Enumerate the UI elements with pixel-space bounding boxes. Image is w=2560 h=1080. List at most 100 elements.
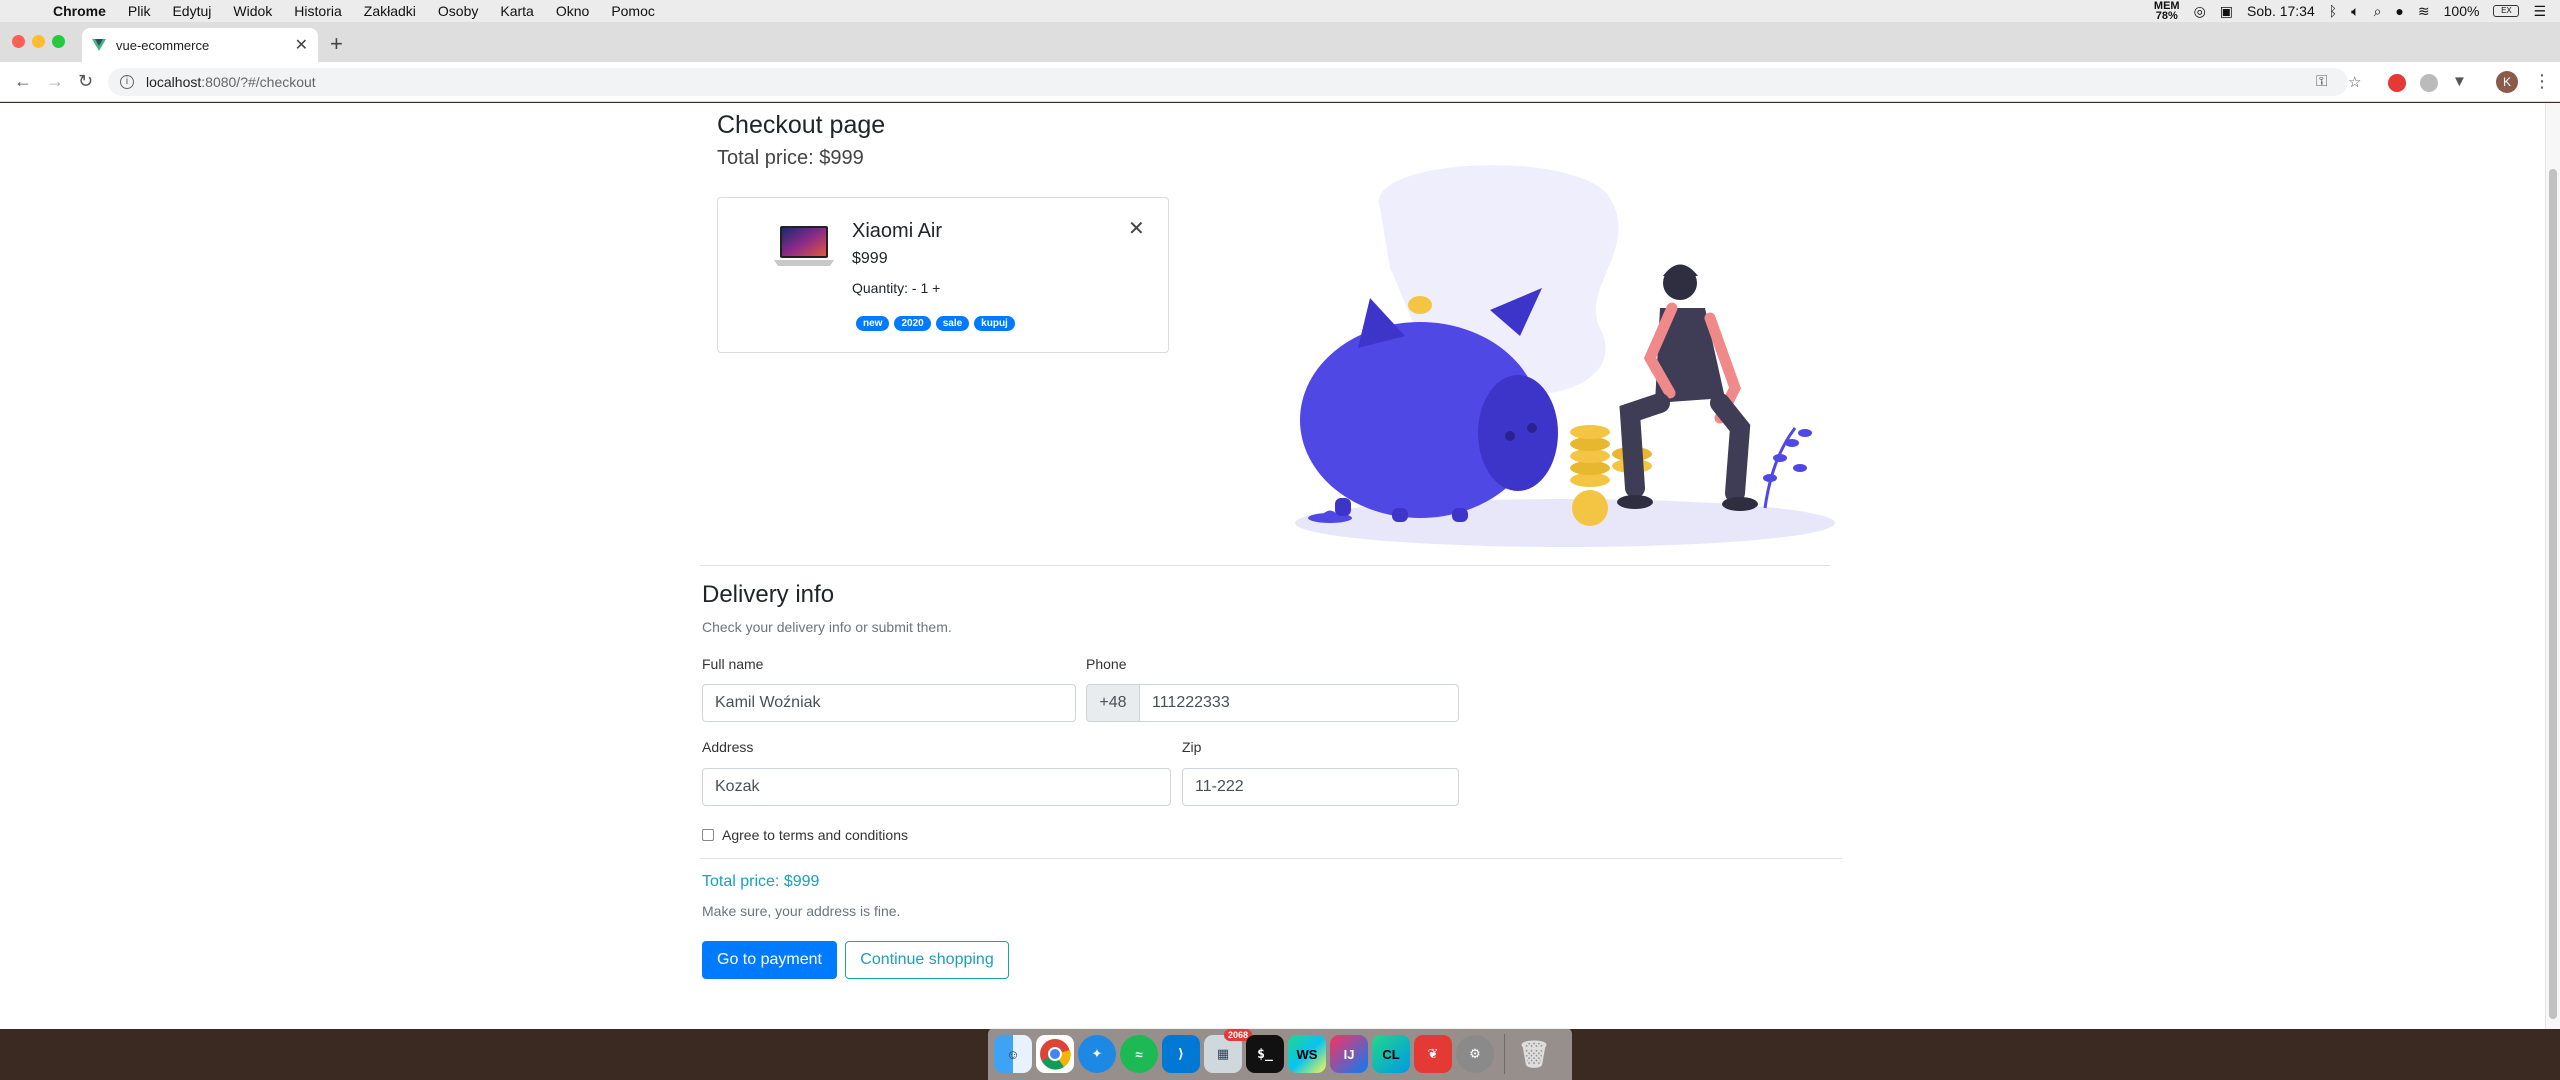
chrome-menu-icon[interactable]: ⋮: [2533, 71, 2551, 92]
continue-shopping-button[interactable]: Continue shopping: [845, 941, 1009, 979]
tab-close-icon[interactable]: ✕: [295, 35, 308, 55]
menu-pomoc[interactable]: Pomoc: [611, 3, 655, 19]
address-note: Make sure, your address is fine.: [702, 903, 901, 919]
section-divider: [700, 565, 1830, 566]
browser-tab[interactable]: vue-ecommerce ✕: [82, 28, 318, 62]
system-preferences-icon[interactable]: ⚙: [1456, 1035, 1494, 1073]
menu-okno[interactable]: Okno: [556, 3, 589, 19]
fullname-label: Full name: [702, 656, 764, 672]
profile-avatar[interactable]: K: [2496, 71, 2518, 93]
spotify-icon[interactable]: ≈: [1120, 1035, 1158, 1073]
safari-icon[interactable]: ✦: [1078, 1035, 1116, 1073]
paw-icon[interactable]: ❦: [1414, 1035, 1452, 1073]
macos-menubar: Chrome Plik Edytuj Widok Historia Zakład…: [0, 0, 2560, 22]
finder-icon[interactable]: ☺: [994, 1035, 1032, 1073]
terms-label[interactable]: Agree to terms and conditions: [722, 827, 908, 843]
intellij-icon[interactable]: IJ: [1330, 1035, 1368, 1073]
extension-icon[interactable]: [2420, 74, 2438, 92]
scrollbar-thumb[interactable]: [2549, 169, 2557, 1019]
close-window-button[interactable]: [12, 35, 25, 48]
page-title: Checkout page: [717, 111, 886, 139]
back-icon[interactable]: ←: [14, 71, 32, 92]
wifi-icon[interactable]: ≋: [2418, 3, 2430, 20]
clion-icon[interactable]: CL: [1372, 1035, 1410, 1073]
key-icon[interactable]: ⚿: [2316, 73, 2327, 90]
total-price-header: Total price: $999: [717, 147, 864, 169]
phone-label: Phone: [1086, 656, 1127, 672]
memory-status[interactable]: MEM 78%: [2154, 1, 2180, 22]
fullname-input[interactable]: Kamil Woźniak: [702, 684, 1076, 722]
terms-checkbox[interactable]: [702, 829, 714, 841]
go-to-payment-button[interactable]: Go to payment: [702, 941, 837, 979]
product-price: $999: [852, 250, 888, 267]
url-path: :8080/?#/checkout: [201, 74, 316, 90]
terminal-icon[interactable]: $_: [1246, 1035, 1284, 1073]
tab-strip: vue-ecommerce ✕ +: [0, 22, 2560, 62]
spotlight-icon[interactable]: ⌕: [2374, 3, 2382, 20]
menu-karta[interactable]: Karta: [500, 3, 533, 19]
tag-badge: 2020: [894, 316, 931, 331]
bookmark-star-icon[interactable]: ☆: [2348, 73, 2361, 91]
menu-historia[interactable]: Historia: [294, 3, 341, 19]
bluetooth-icon[interactable]: ᛒ: [2329, 3, 2337, 19]
menu-widok[interactable]: Widok: [233, 3, 272, 19]
dock-separator: [1504, 1034, 1505, 1074]
total-price-summary: Total price: $999: [702, 873, 820, 890]
remove-item-icon[interactable]: ✕: [1128, 216, 1145, 241]
section-divider: [700, 858, 1843, 859]
zip-label: Zip: [1182, 739, 1202, 755]
product-quantity[interactable]: Quantity: - 1 +: [852, 280, 940, 296]
user-switch-icon[interactable]: ●: [2395, 3, 2403, 19]
page-scrollbar[interactable]: [2545, 103, 2560, 1029]
memory-value: 78%: [2155, 10, 2178, 22]
phone-prefix: +48: [1086, 684, 1140, 722]
forward-icon[interactable]: →: [46, 71, 64, 92]
piggy-bank-illustration: [1295, 165, 1835, 547]
zip-input[interactable]: 11-222: [1182, 768, 1459, 806]
volume-icon[interactable]: 🔈︎: [2351, 3, 2359, 20]
clock[interactable]: Sob. 17:34: [2247, 3, 2315, 19]
product-name: Xiaomi Air: [852, 220, 943, 242]
battery-icon[interactable]: EX: [2493, 5, 2520, 17]
chrome-icon[interactable]: [1036, 1035, 1074, 1073]
tag-badge: kupuj: [974, 316, 1015, 331]
address-bar[interactable]: i localhost:8080/?#/checkout: [108, 68, 2348, 96]
vscode-icon[interactable]: ⟩: [1162, 1035, 1200, 1073]
browser-toolbar: ← → ↻ i localhost:8080/?#/checkout ⚿ ☆ ▼…: [0, 62, 2560, 102]
page-viewport: Checkout page Total price: $999 Xiaomi A…: [0, 103, 2560, 1029]
macos-dock: ☺ ✦ ≈ ⟩ ▦ 2068 $_ WS IJ CL ❦ ⚙ 🗑︎: [988, 1028, 1572, 1080]
menu-edytuj[interactable]: Edytuj: [172, 3, 211, 19]
display-icon[interactable]: ▣: [2220, 3, 2233, 20]
battery-percent[interactable]: 100%: [2444, 3, 2480, 19]
product-image: [774, 226, 834, 266]
webstorm-icon[interactable]: WS: [1288, 1035, 1326, 1073]
adblock-extension-icon[interactable]: [2388, 74, 2406, 92]
cart-item-card: Xiaomi Air $999 Quantity: - 1 + ✕ new 20…: [717, 197, 1169, 353]
address-input[interactable]: Kozak: [702, 768, 1171, 806]
notification-center-icon[interactable]: ☰: [2533, 3, 2546, 20]
menu-plik[interactable]: Plik: [128, 3, 151, 19]
vue-favicon-icon: [92, 39, 106, 51]
delivery-subtitle: Check your delivery info or submit them.: [702, 619, 952, 635]
address-label: Address: [702, 739, 754, 755]
phone-input[interactable]: 111222333: [1139, 684, 1459, 722]
menu-app-name[interactable]: Chrome: [53, 3, 106, 19]
minimize-window-button[interactable]: [32, 35, 45, 48]
terms-checkbox-row[interactable]: Agree to terms and conditions: [702, 827, 908, 843]
product-tags: new 2020 sale kupuj: [856, 316, 1015, 331]
vue-devtools-icon[interactable]: ▼: [2452, 73, 2467, 90]
url-host: localhost: [146, 74, 202, 90]
tag-badge: sale: [935, 316, 970, 331]
zoom-window-button[interactable]: [52, 35, 65, 48]
menu-osoby[interactable]: Osoby: [438, 3, 478, 19]
tag-badge: new: [856, 316, 890, 331]
reload-icon[interactable]: ↻: [78, 71, 93, 92]
tab-title: vue-ecommerce: [116, 37, 210, 53]
site-info-icon[interactable]: i: [120, 75, 134, 89]
delivery-title: Delivery info: [702, 581, 835, 608]
new-tab-button[interactable]: +: [330, 31, 343, 57]
screen-record-icon[interactable]: ◎: [2194, 3, 2206, 20]
menu-zakladki[interactable]: Zakładki: [364, 3, 416, 19]
trash-icon[interactable]: 🗑︎: [1515, 1035, 1553, 1073]
preview-icon[interactable]: ▦ 2068: [1204, 1029, 1252, 1073]
